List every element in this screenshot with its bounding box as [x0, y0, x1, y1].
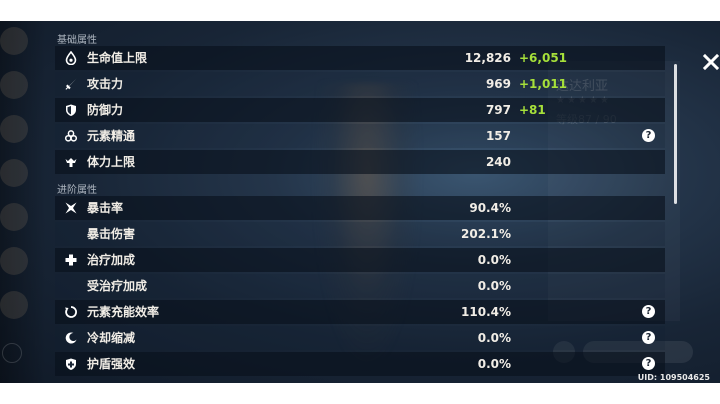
stat-label: 体力上限 — [87, 155, 136, 169]
stat-value: 969 — [485, 77, 511, 91]
help-icon[interactable]: ? — [642, 305, 655, 318]
help-icon[interactable]: ? — [642, 357, 655, 370]
uid-label: UID: 109504625 — [637, 373, 710, 382]
stat-label: 防御力 — [87, 103, 124, 117]
character-avatar[interactable] — [0, 203, 28, 231]
stat-value: 202.1% — [461, 227, 511, 241]
character-avatar[interactable] — [0, 71, 28, 99]
stat-label: 治疗加成 — [87, 253, 136, 267]
character-avatar[interactable] — [0, 27, 28, 55]
stat-label: 攻击力 — [87, 77, 124, 91]
stat-row-stamina: 体力上限 240 — [55, 150, 665, 174]
help-icon[interactable]: ? — [642, 129, 655, 142]
stat-value: 240 — [485, 155, 511, 169]
stat-value: 797 — [485, 103, 511, 117]
stat-row-hp: 生命值上限 12,826 +6,051 — [55, 46, 665, 70]
stat-value: 157 — [485, 129, 511, 143]
energy-recharge-icon — [64, 305, 78, 319]
stat-label: 暴击伤害 — [87, 227, 136, 241]
stat-row-def: 防御力 797 +81 — [55, 98, 665, 122]
stat-row-incoming-healing: 受治疗加成 0.0% — [55, 274, 665, 298]
stat-row-healing-bonus: 治疗加成 0.0% — [55, 248, 665, 272]
stat-label: 护盾强效 — [87, 357, 136, 371]
stat-row-crit-dmg: 暴击伤害 202.1% — [55, 222, 665, 246]
stat-row-cd-reduction: 冷却缩减 0.0% ? — [55, 326, 665, 350]
stat-row-shield-strength: 护盾强效 0.0% ? — [55, 352, 665, 376]
stat-value: 110.4% — [461, 305, 511, 319]
section-label-advanced: 进阶属性 — [57, 185, 97, 196]
stat-label: 元素充能效率 — [87, 305, 160, 319]
stat-bonus: +1,011 — [519, 77, 568, 91]
help-icon[interactable]: ? — [642, 331, 655, 344]
stat-value: 12,826 — [464, 51, 511, 65]
crit-icon — [64, 201, 78, 215]
stamina-icon — [64, 155, 78, 169]
stat-label: 暴击率 — [87, 201, 124, 215]
menu-icon[interactable] — [2, 343, 22, 363]
elemental-mastery-icon — [64, 129, 78, 143]
stat-label: 生命值上限 — [87, 51, 148, 65]
stat-row-energy-recharge: 元素充能效率 110.4% ? — [55, 300, 665, 324]
stat-value: 0.0% — [477, 357, 511, 371]
stat-bonus: +6,051 — [519, 51, 568, 65]
cooldown-icon — [64, 331, 78, 345]
healing-cross-icon — [64, 253, 78, 267]
stat-bonus: +81 — [519, 103, 546, 117]
character-attributes-screen: 达达利亚 ★★★★★ 等级87 / 90 基础属性 生命值上限 12,826 +… — [0, 21, 720, 383]
character-avatar[interactable] — [0, 115, 28, 143]
stat-row-em: 元素精通 157 ? — [55, 124, 665, 148]
stat-value: 90.4% — [469, 201, 511, 215]
stat-row-crit-rate: 暴击率 90.4% — [55, 196, 665, 220]
section-label-basic: 基础属性 — [57, 35, 97, 46]
shield-strength-icon — [64, 357, 78, 371]
stat-value: 0.0% — [477, 331, 511, 345]
scrollbar[interactable] — [674, 64, 677, 204]
stat-value: 0.0% — [477, 253, 511, 267]
character-avatar[interactable] — [0, 159, 28, 187]
stat-label: 元素精通 — [87, 129, 136, 143]
hp-drop-icon — [64, 50, 78, 66]
character-avatar[interactable] — [0, 247, 28, 275]
stat-row-atk: 攻击力 969 +1,011 — [55, 72, 665, 96]
shield-icon — [64, 103, 78, 117]
sword-icon — [64, 77, 78, 91]
stat-label: 冷却缩减 — [87, 331, 136, 345]
close-icon[interactable] — [702, 53, 720, 71]
stat-label: 受治疗加成 — [87, 279, 148, 293]
character-list-strip — [0, 21, 46, 383]
stat-value: 0.0% — [477, 279, 511, 293]
character-avatar[interactable] — [0, 291, 28, 319]
